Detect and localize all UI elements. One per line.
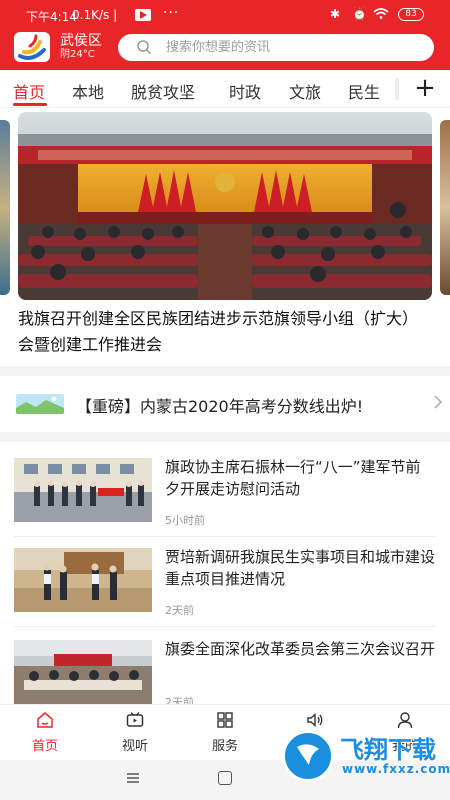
news-time: 5小时前: [165, 514, 205, 527]
carousel-next-slide[interactable]: [440, 120, 450, 295]
search-icon: [137, 40, 152, 55]
carousel-prev-slide[interactable]: [0, 120, 10, 295]
headline-carousel[interactable]: 我旗召开创建全区民族团结进步示范旗领导小组（扩大）会暨创建工作推进会: [0, 112, 450, 362]
nav-audio-video-label: 视听: [121, 739, 148, 754]
watermark-logo-icon: [282, 730, 334, 782]
landscape-thumbnail-icon: [16, 394, 64, 414]
tab-overflow-fade: [395, 78, 399, 100]
bluetooth-icon: ✱: [330, 7, 341, 21]
region-name: 武侯区: [60, 33, 102, 49]
meeting-hall-photo: [18, 112, 432, 300]
more-notifications-icon: ···: [163, 5, 180, 21]
network-speed-value: 0.1K/s: [72, 8, 110, 22]
battery-icon: 83: [398, 8, 424, 21]
news-thumbnail: [14, 640, 152, 704]
wifi-icon: [373, 8, 389, 19]
site-inspection-photo: [14, 548, 152, 612]
list-divider: [14, 626, 436, 627]
news-time: 2天前: [165, 604, 194, 617]
carousel-title[interactable]: 我旗召开创建全区民族团结进步示范旗领导小组（扩大）会暨创建工作推进会: [18, 306, 432, 358]
news-thumbnail: [14, 458, 152, 522]
app-logo[interactable]: [14, 32, 50, 62]
video-icon: [126, 712, 144, 727]
active-tab-indicator: [13, 103, 47, 106]
nav-services[interactable]: 服务: [190, 705, 260, 761]
network-speed: 0.1K/s |: [72, 8, 117, 22]
tab-politics[interactable]: 时政: [229, 79, 261, 103]
network-speed-divider: |: [109, 8, 118, 22]
news-title[interactable]: 旗委全面深化改革委员会第三次会议召开: [165, 638, 435, 660]
tab-livelihood[interactable]: 民生: [348, 79, 380, 103]
watermark-logo-graphic: [297, 744, 319, 765]
nav-home[interactable]: 首页: [10, 705, 80, 761]
carousel-hero-image[interactable]: [18, 112, 432, 300]
search-bar[interactable]: [118, 34, 434, 61]
location-weather[interactable]: 武侯区 阴24°C: [60, 33, 102, 61]
watermark-brand: 飞翔下载: [340, 736, 436, 764]
notification-app-icon: [135, 9, 151, 21]
home-icon: [37, 712, 53, 728]
visit-photo: [14, 458, 152, 522]
search-input[interactable]: [166, 37, 416, 58]
grid-icon: [217, 712, 233, 728]
status-time: 下午4:14: [26, 10, 77, 24]
add-channel-icon[interactable]: +: [410, 72, 440, 104]
menu-icon[interactable]: [126, 772, 140, 784]
section-divider: [0, 432, 450, 442]
news-item[interactable]: 旗政协主席石振林一行“八一”建军节前夕开展走访慰问活动 5小时前: [0, 458, 450, 542]
tab-culture-tourism[interactable]: 文旅: [289, 79, 321, 103]
app-logo-graphic: [18, 34, 46, 60]
headline-ticker[interactable]: 【重磅】内蒙古2020年高考分数线出炉!: [0, 382, 450, 424]
chevron-right-icon[interactable]: [432, 394, 444, 410]
section-divider: [0, 366, 450, 376]
watermark: 飞翔下载 www.fxxz.com: [282, 726, 450, 790]
channel-tabs: 首页 本地 脱贫攻坚 时政 文旅 民生 +: [0, 70, 450, 108]
ticker-text[interactable]: 【重磅】内蒙古2020年高考分数线出炉!: [76, 393, 363, 417]
list-divider: [14, 536, 436, 537]
nav-home-label: 首页: [31, 739, 58, 754]
weather-text: 阴24°C: [60, 49, 95, 60]
tab-home[interactable]: 首页: [13, 79, 45, 103]
news-item[interactable]: 贾培新调研我旗民生实事项目和城市建设重点项目推进情况 2天前: [0, 548, 450, 632]
news-title[interactable]: 贾培新调研我旗民生实事项目和城市建设重点项目推进情况: [165, 546, 435, 590]
app-header: 下午4:14 0.1K/s | ··· ✱ ⏰ 83 武侯区 阴24°C: [0, 0, 450, 70]
home-button-icon[interactable]: [218, 771, 232, 785]
tab-poverty-alleviation[interactable]: 脱贫攻坚: [131, 79, 195, 103]
news-title[interactable]: 旗政协主席石振林一行“八一”建军节前夕开展走访慰问活动: [165, 456, 435, 500]
nav-audio-video[interactable]: 视听: [100, 705, 170, 761]
watermark-url: www.fxxz.com: [342, 762, 450, 776]
status-bar: 下午4:14 0.1K/s | ··· ✱ ⏰ 83: [0, 0, 450, 28]
alarm-icon: ⏰: [352, 7, 367, 21]
tab-local[interactable]: 本地: [72, 79, 104, 103]
committee-meeting-photo: [14, 640, 152, 704]
nav-services-label: 服务: [211, 739, 238, 754]
news-thumbnail: [14, 548, 152, 612]
ticker-thumbnail: [16, 394, 64, 414]
